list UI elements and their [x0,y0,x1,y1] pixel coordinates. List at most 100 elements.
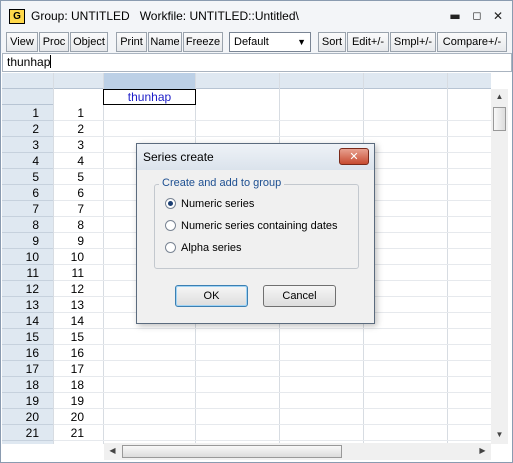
row-header[interactable]: 15 [2,329,53,345]
table-cell[interactable]: 18 [54,377,104,393]
scroll-down-icon[interactable]: ▼ [493,430,506,439]
row-header[interactable]: 19 [2,393,53,409]
radio-label: Alpha series [181,242,242,254]
table-cell[interactable]: 6 [54,185,104,201]
table-cell[interactable]: 5 [54,169,104,185]
table-cell[interactable]: 19 [54,393,104,409]
row-header[interactable]: 11 [2,265,53,281]
dialog-close-icon[interactable]: ✕ [339,148,369,165]
row-divider [104,408,491,409]
row-header[interactable]: 5 [2,169,53,185]
scroll-right-icon[interactable]: ▶ [476,446,489,455]
row-divider [104,392,491,393]
table-cell[interactable]: 20 [54,409,104,425]
table-cell[interactable]: 16 [54,345,104,361]
scroll-up-icon[interactable]: ▲ [493,92,506,101]
group-box-label: Create and add to group [159,177,285,189]
table-cell[interactable]: 12 [54,281,104,297]
object-button[interactable]: Object [70,32,108,52]
row-header[interactable]: 13 [2,297,53,313]
scroll-left-icon[interactable]: ◀ [106,446,119,455]
format-select[interactable]: Default ▼ [229,32,311,52]
radio-empty-icon [165,220,176,231]
cell-edit-input[interactable]: thunhap [2,53,512,72]
title-bar[interactable]: G Group: UNTITLED Workfile: UNTITLED::Un… [1,1,512,31]
toolbar: View Proc Object Print Name Freeze Defau… [1,31,512,53]
vertical-scrollbar[interactable]: ▲ ▼ [491,89,508,444]
sort-button[interactable]: Sort [318,32,346,52]
row-header[interactable]: 16 [2,345,53,361]
row-header[interactable]: 10 [2,249,53,265]
column-divider [447,73,448,444]
window-title: Group: UNTITLED Workfile: UNTITLED::Unti… [31,9,299,23]
smpl-toggle-button[interactable]: Smpl+/- [390,32,436,52]
cell-edit-value: thunhap [7,55,51,69]
row-header[interactable]: 8 [2,217,53,233]
row-divider [104,136,491,137]
row-header[interactable]: 1 [2,105,53,121]
table-cell[interactable]: 1 [54,105,104,121]
ok-button[interactable]: OK [175,285,248,307]
table-cell[interactable]: 2 [54,121,104,137]
edit-toggle-button[interactable]: Edit+/- [347,32,389,52]
row-header[interactable]: 2 [2,121,53,137]
compare-toggle-button[interactable]: Compare+/- [437,32,507,52]
print-button[interactable]: Print [116,32,147,52]
row-header[interactable]: 7 [2,201,53,217]
row-header[interactable]: 4 [2,153,53,169]
radio-alpha-series[interactable]: Alpha series [165,242,242,254]
row-divider [104,424,491,425]
name-button[interactable]: Name [148,32,182,52]
obs-header-cell [2,89,53,105]
table-cell[interactable]: 15 [54,329,104,345]
radio-label: Numeric series [181,198,255,210]
vertical-scroll-thumb[interactable] [493,107,506,131]
horizontal-scroll-thumb[interactable] [122,445,342,458]
row-header[interactable]: 22 [2,441,53,444]
group-icon: G [9,9,25,24]
series-name-cell[interactable]: thunhap [103,89,196,105]
chevron-down-icon: ▼ [297,37,306,47]
maximize-icon[interactable]: ◻ [470,9,484,23]
table-cell[interactable]: 14 [54,313,104,329]
radio-selected-icon [165,198,176,209]
table-cell[interactable]: 13 [54,297,104,313]
row-header[interactable]: 17 [2,361,53,377]
selected-column-header[interactable] [103,73,196,89]
row-header[interactable]: 9 [2,233,53,249]
row-header[interactable]: 20 [2,409,53,425]
row-header[interactable]: 21 [2,425,53,441]
row-header[interactable]: 18 [2,377,53,393]
row-divider [104,120,491,121]
freeze-button[interactable]: Freeze [183,32,223,52]
radio-empty-icon [165,242,176,253]
radio-numeric-series[interactable]: Numeric series [165,198,254,210]
row-header[interactable]: 6 [2,185,53,201]
table-cell[interactable]: 9 [54,233,104,249]
view-button[interactable]: View [6,32,38,52]
row-header[interactable]: 3 [2,137,53,153]
row-header[interactable]: 12 [2,281,53,297]
row-divider [104,328,491,329]
series-create-dialog: Series create ✕ Create and add to group … [136,143,375,324]
cancel-button[interactable]: Cancel [263,285,336,307]
table-cell[interactable] [54,441,104,444]
minimize-icon[interactable]: ▬ [448,9,462,23]
proc-button[interactable]: Proc [39,32,69,52]
horizontal-scrollbar[interactable]: ◀ ▶ [104,443,491,460]
table-cell[interactable]: 7 [54,201,104,217]
close-icon[interactable]: ✕ [491,9,505,23]
row-divider [104,344,491,345]
table-cell[interactable]: 8 [54,217,104,233]
table-cell[interactable]: 11 [54,265,104,281]
table-cell[interactable]: 10 [54,249,104,265]
radio-numeric-dates[interactable]: Numeric series containing dates [165,220,338,232]
table-cell[interactable]: 17 [54,361,104,377]
radio-label: Numeric series containing dates [181,220,338,232]
table-cell[interactable]: 3 [54,137,104,153]
group-window: G Group: UNTITLED Workfile: UNTITLED::Un… [0,0,513,463]
table-cell[interactable]: 21 [54,425,104,441]
row-header[interactable]: 14 [2,313,53,329]
column-header-row [2,73,491,89]
table-cell[interactable]: 4 [54,153,104,169]
